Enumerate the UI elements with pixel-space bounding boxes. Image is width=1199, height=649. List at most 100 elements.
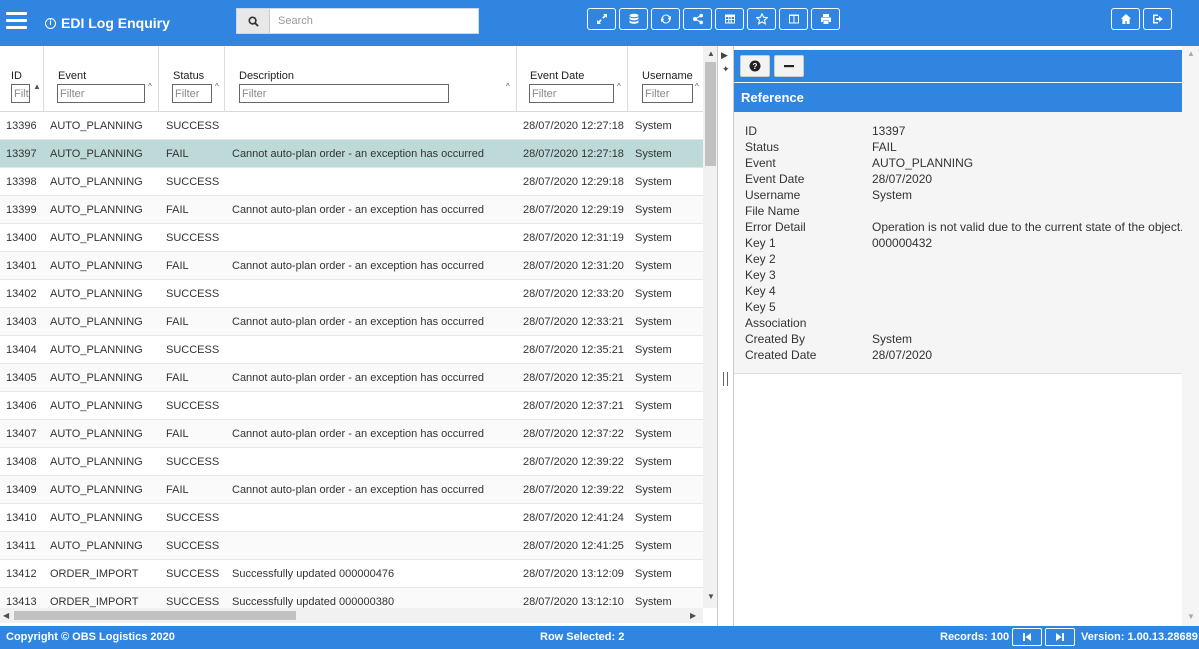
table-row[interactable]: 13400 AUTO_PLANNING SUCCESS 28/07/2020 12:3… [0, 224, 703, 252]
table-row[interactable]: 13401 AUTO_PLANNING FAIL Cannot auto-plan o… [0, 252, 703, 280]
sort-icon[interactable]: ^ [617, 82, 621, 91]
filter-input-description[interactable] [239, 84, 449, 103]
table-row[interactable]: 13408 AUTO_PLANNING SUCCESS 28/07/2020 12:3… [0, 448, 703, 476]
detail-field: Event AUTO_PLANNING [734, 156, 1182, 172]
column-header-event-date[interactable]: Event Date ^ [517, 46, 628, 112]
scroll-down-icon[interactable]: ▼ [707, 592, 715, 601]
detail-label: File Name [745, 204, 800, 218]
last-page-button[interactable] [1045, 628, 1075, 646]
version-text: Version: 1.00.13.28689 [1081, 631, 1198, 643]
sort-icon[interactable]: ^ [148, 82, 152, 91]
table-icon [724, 14, 735, 24]
grid-horizontal-scrollbar[interactable]: ◀ ▶ [0, 608, 703, 623]
expand-icon [596, 14, 607, 24]
help-button[interactable]: ? [740, 55, 770, 77]
sort-icon[interactable]: ^ [695, 82, 699, 91]
menu-icon[interactable] [6, 12, 27, 32]
info-icon[interactable]: i [45, 17, 56, 29]
table-cell-date: 28/07/2020 12:27:18 [523, 148, 624, 160]
first-page-button[interactable] [1012, 628, 1042, 646]
table-row[interactable]: 13405 AUTO_PLANNING FAIL Cannot auto-plan o… [0, 364, 703, 392]
sort-icon[interactable]: ^ [215, 82, 219, 91]
table-cell-date: 28/07/2020 13:12:10 [523, 596, 624, 608]
table-button[interactable] [715, 8, 744, 30]
table-cell-user: System [635, 456, 672, 468]
filter-input-status[interactable] [172, 84, 212, 103]
logout-button[interactable] [1143, 8, 1172, 30]
detail-field: Created Date 28/07/2020 [734, 348, 1182, 364]
logout-icon [1152, 14, 1163, 24]
scroll-up-icon[interactable]: ▲ [707, 49, 715, 58]
table-cell-description: Cannot auto-plan order - an exception ha… [232, 428, 484, 440]
table-row[interactable]: 13404 AUTO_PLANNING SUCCESS 28/07/2020 12:3… [0, 336, 703, 364]
collapse-arrow-icon[interactable]: ▶ [721, 50, 728, 61]
table-row[interactable]: 13407 AUTO_PLANNING FAIL Cannot auto-plan o… [0, 420, 703, 448]
scroll-right-icon[interactable]: ▶ [690, 611, 696, 620]
table-cell-description: Successfully updated 000000476 [232, 568, 395, 580]
minimise-button[interactable] [774, 55, 804, 77]
help-icon: ? [749, 60, 761, 72]
table-row[interactable]: 13398 AUTO_PLANNING SUCCESS 28/07/2020 12:2… [0, 168, 703, 196]
share-button[interactable] [683, 8, 712, 30]
table-cell-event: AUTO_PLANNING [50, 260, 143, 272]
table-cell-user: System [635, 568, 672, 580]
column-header-event[interactable]: Event ^ [44, 46, 159, 112]
table-cell-date: 28/07/2020 12:39:22 [523, 484, 624, 496]
detail-label: Key 1 [745, 236, 776, 250]
column-header-id[interactable]: ID ▲ [0, 46, 44, 112]
detail-field: Created By System [734, 332, 1182, 348]
column-header-status[interactable]: Status ^ [159, 46, 225, 112]
panel-splitter[interactable]: ▶ ✦ [718, 46, 734, 626]
expand-button[interactable] [587, 8, 616, 30]
filter-input-event[interactable] [57, 84, 145, 103]
search-input[interactable] [270, 9, 478, 33]
table-row[interactable]: 13402 AUTO_PLANNING SUCCESS 28/07/2020 12:3… [0, 280, 703, 308]
filter-input-username[interactable] [642, 84, 693, 103]
grid-vertical-scrollbar[interactable]: ▲ ▼ [703, 46, 717, 608]
table-row[interactable]: 13409 AUTO_PLANNING FAIL Cannot auto-plan o… [0, 476, 703, 504]
table-row[interactable]: 13412 ORDER_IMPORT SUCCESS Successfully upd… [0, 560, 703, 588]
table-row[interactable]: 13410 AUTO_PLANNING SUCCESS 28/07/2020 12:4… [0, 504, 703, 532]
table-row[interactable]: 13396 AUTO_PLANNING SUCCESS 28/07/2020 12:2… [0, 112, 703, 140]
scroll-left-icon[interactable]: ◀ [3, 611, 9, 620]
sort-icon[interactable]: ^ [506, 82, 510, 91]
table-row[interactable]: 13403 AUTO_PLANNING FAIL Cannot auto-plan o… [0, 308, 703, 336]
favourite-button[interactable] [747, 8, 776, 30]
database-button[interactable] [619, 8, 648, 30]
table-cell-event: ORDER_IMPORT [50, 596, 139, 608]
scroll-down-icon[interactable]: ▼ [1187, 612, 1195, 621]
refresh-button[interactable] [651, 8, 680, 30]
table-row[interactable]: 13406 AUTO_PLANNING SUCCESS 28/07/2020 12:3… [0, 392, 703, 420]
filter-input-id[interactable] [11, 84, 30, 103]
column-header-username[interactable]: Username ^ [628, 46, 703, 112]
scroll-up-icon[interactable]: ▲ [1187, 49, 1195, 58]
home-button[interactable] [1111, 8, 1140, 30]
table-cell-event: AUTO_PLANNING [50, 400, 143, 412]
detail-value: 000000432 [872, 236, 933, 250]
table-row[interactable]: 13399 AUTO_PLANNING FAIL Cannot auto-plan o… [0, 196, 703, 224]
scrollbar-thumb[interactable] [14, 611, 296, 620]
table-cell-date: 28/07/2020 12:31:19 [523, 232, 624, 244]
filter-input-event-date[interactable] [529, 84, 614, 103]
table-cell-event: AUTO_PLANNING [50, 484, 143, 496]
scrollbar-thumb[interactable] [705, 62, 716, 166]
print-button[interactable] [811, 8, 840, 30]
columns-button[interactable] [779, 8, 808, 30]
pin-icon[interactable]: ✦ [722, 64, 730, 75]
splitter-grip[interactable] [723, 372, 728, 386]
table-cell-date: 28/07/2020 12:35:21 [523, 344, 624, 356]
detail-panel: ? Reference ID 13397 Status FAIL Event AUTO_P… [734, 46, 1199, 626]
table-row[interactable]: 13411 AUTO_PLANNING SUCCESS 28/07/2020 12:4… [0, 532, 703, 560]
table-cell-date: 28/07/2020 12:39:22 [523, 456, 624, 468]
last-page-icon [1056, 633, 1064, 641]
table-cell-status: FAIL [166, 316, 189, 328]
detail-field: Key 1 000000432 [734, 236, 1182, 252]
table-row[interactable]: 13397 AUTO_PLANNING FAIL Cannot auto-plan o… [0, 140, 703, 168]
sort-icon[interactable]: ▲ [33, 82, 41, 91]
search-button[interactable] [237, 9, 270, 33]
table-cell-description: Cannot auto-plan order - an exception ha… [232, 372, 484, 384]
detail-vertical-scrollbar[interactable]: ▲ ▼ [1182, 46, 1199, 626]
column-header-description[interactable]: Description ^ [225, 46, 517, 112]
minus-icon [784, 65, 794, 68]
toolbar-center [587, 8, 840, 30]
